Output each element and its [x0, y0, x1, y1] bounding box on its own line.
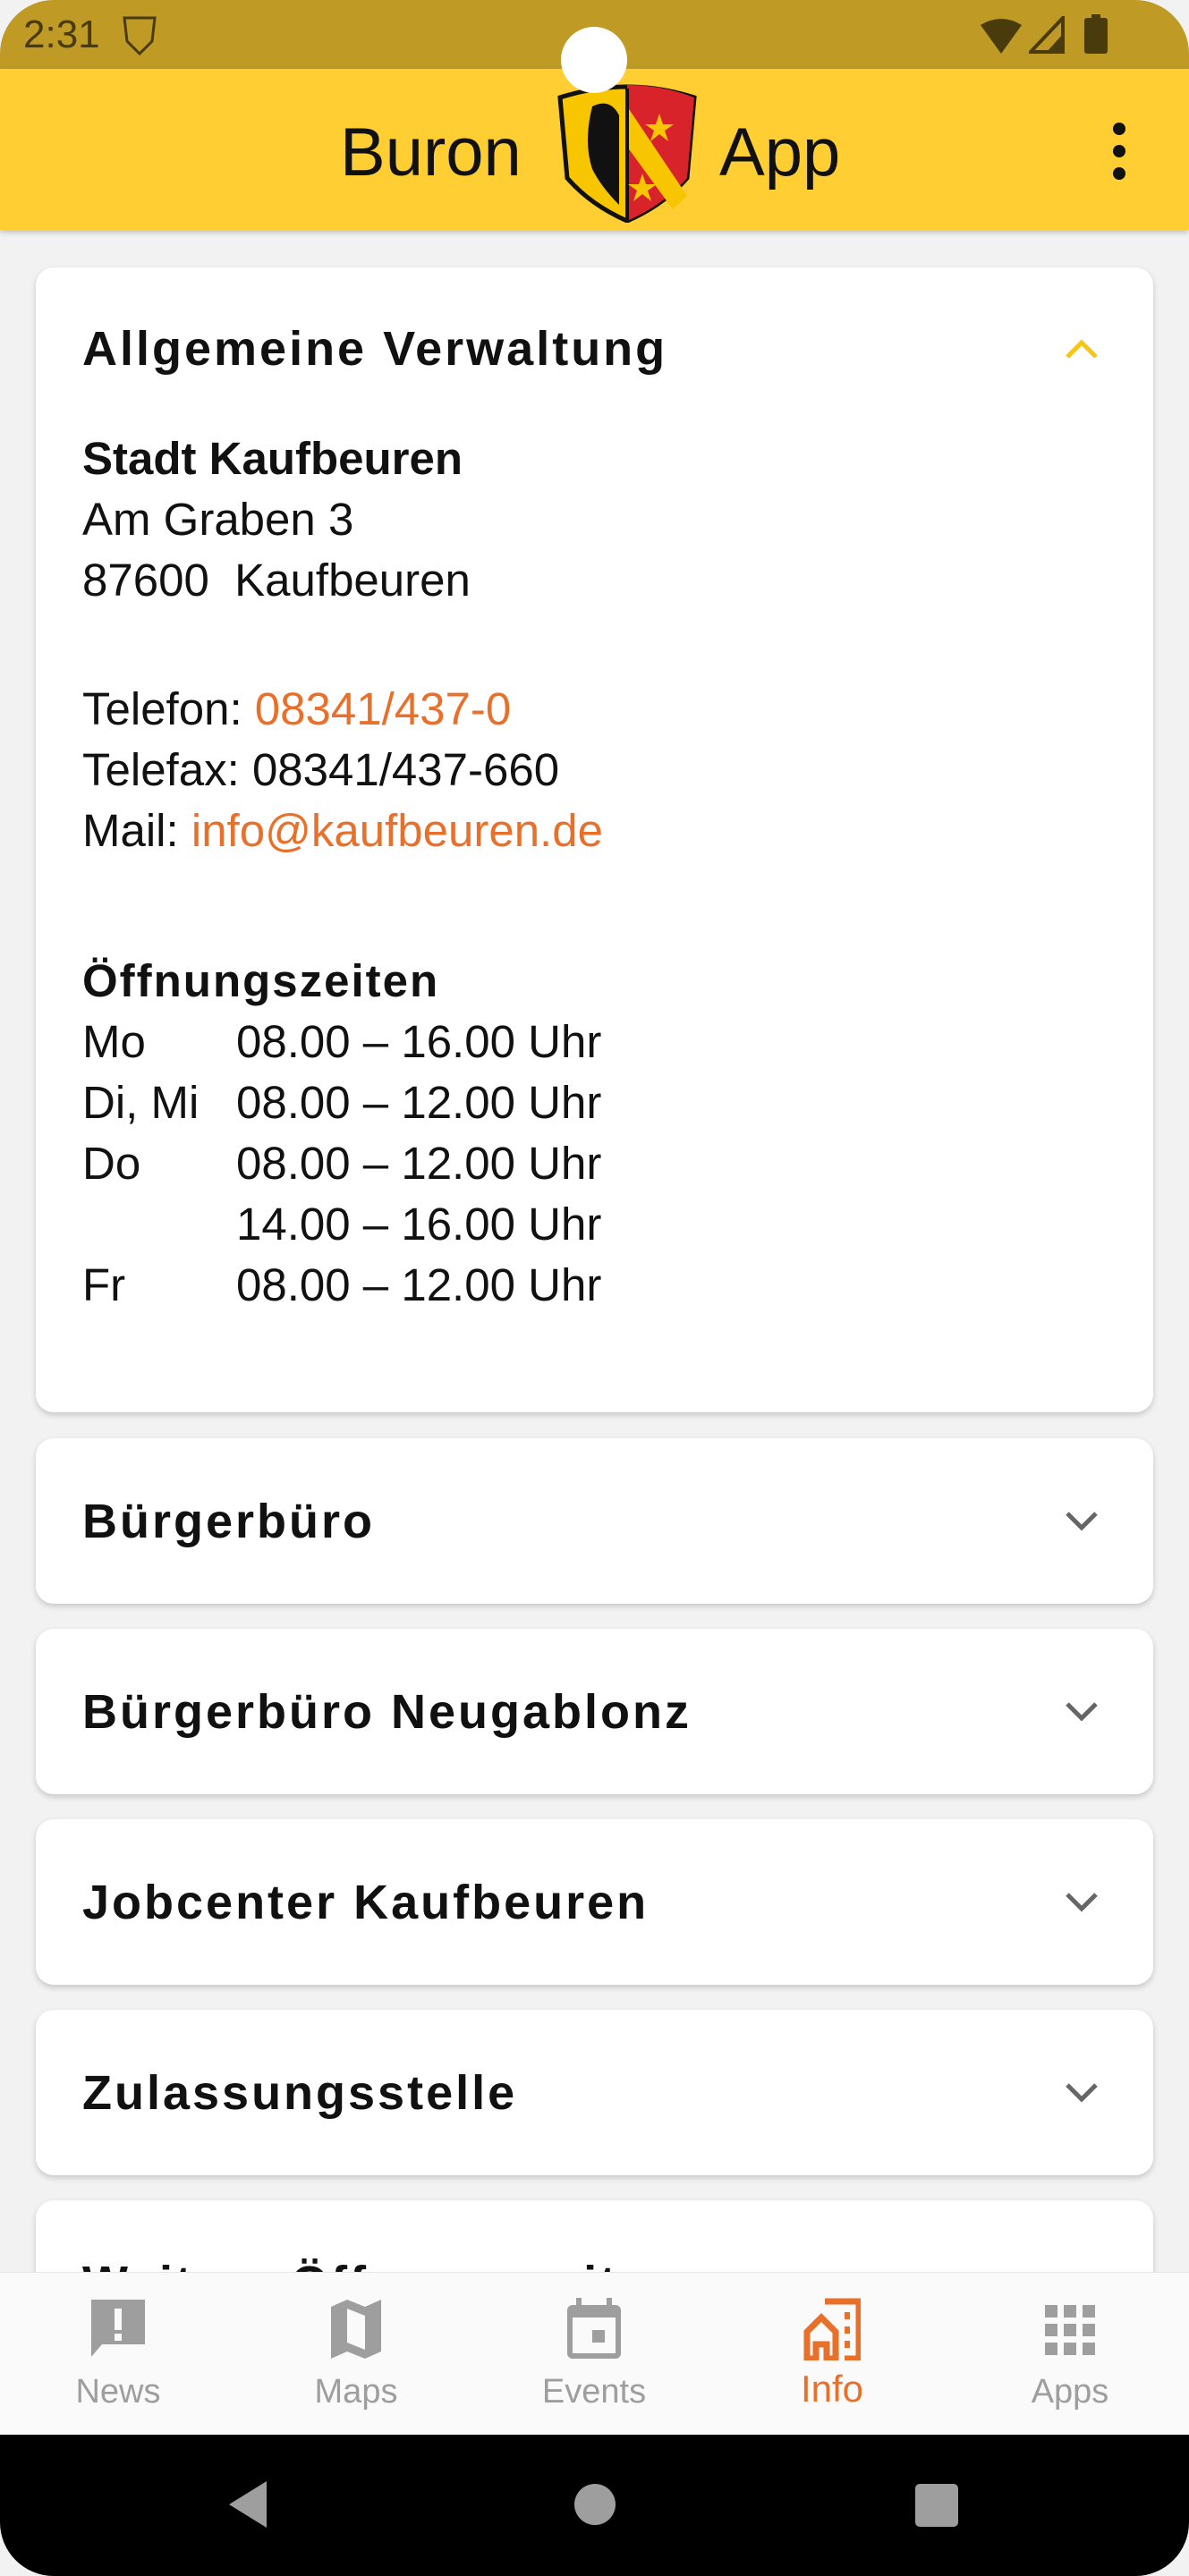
home-icon[interactable]: [573, 2483, 616, 2526]
hours-day: Do: [82, 1138, 141, 1189]
phone-link[interactable]: 08341/437-0: [255, 683, 511, 734]
announcement-icon: [91, 2300, 145, 2357]
apps-grid-icon: [1045, 2305, 1095, 2355]
hours-day: Fr: [82, 1259, 126, 1310]
app-title-left: Buron: [340, 114, 522, 191]
hours-time: 08.00 – 12.00 Uhr: [236, 1259, 602, 1310]
app-title-right: App: [719, 114, 841, 191]
battery-icon: [1084, 14, 1108, 54]
section-buergerbuero-neugablonz[interactable]: Bürgerbüro Neugablonz: [36, 1629, 1153, 1794]
more-vert-icon[interactable]: [1106, 123, 1133, 185]
calendar-icon: [567, 2298, 621, 2359]
nav-events[interactable]: Events: [505, 2273, 684, 2436]
section-title[interactable]: Allgemeine Verwaltung: [82, 321, 667, 377]
mail-link[interactable]: info@kaufbeuren.de: [191, 805, 603, 856]
section-buergerbuero[interactable]: Bürgerbüro: [36, 1438, 1153, 1604]
mail-label: Mail:: [82, 805, 179, 856]
section-title: Bürgerbüro: [82, 1495, 375, 1548]
fax-number: 08341/437-660: [251, 744, 560, 795]
nav-info[interactable]: Info: [743, 2273, 921, 2436]
recents-icon[interactable]: [914, 2483, 959, 2528]
section-title: Bürgerbüro Neugablonz: [82, 1685, 692, 1739]
app-bar: Buron App: [0, 69, 1189, 230]
hours-time: 14.00 – 16.00 Uhr: [236, 1199, 602, 1250]
chevron-down-icon[interactable]: [1064, 1884, 1100, 1919]
chevron-down-icon[interactable]: [1064, 1693, 1100, 1729]
section-title: Jobcenter Kaufbeuren: [82, 1876, 650, 1929]
section-allgemeine-verwaltung: Allgemeine Verwaltung Stadt Kaufbeuren A…: [36, 267, 1153, 1412]
nav-maps[interactable]: Maps: [267, 2273, 446, 2436]
signal-icon: [1029, 16, 1065, 54]
chevron-down-icon[interactable]: [1064, 2074, 1100, 2110]
fax-label: Telefax:: [82, 744, 240, 795]
hours-time: 08.00 – 12.00 Uhr: [236, 1077, 602, 1128]
hours-day: Mo: [82, 1016, 146, 1067]
hours-day: [82, 1194, 236, 1255]
nav-label: Events: [541, 2373, 647, 2411]
wifi-icon: [981, 19, 1022, 54]
hours-row: Do 08.00 – 12.00 Uhr: [82, 1133, 603, 1194]
coat-of-arms-logo: [557, 84, 697, 223]
nav-label: News: [75, 2373, 161, 2411]
bottom-nav: News Maps Events Info Apps: [0, 2272, 1189, 2435]
nav-label: Info: [800, 2368, 864, 2410]
nav-label: Maps: [314, 2373, 398, 2411]
chevron-up-icon[interactable]: [1064, 332, 1100, 368]
hours-row: 14.00 – 16.00 Uhr: [82, 1194, 603, 1255]
nav-apps[interactable]: Apps: [981, 2273, 1159, 2436]
city: 87600 Kaufbeuren: [82, 555, 471, 606]
phone-label: Telefon:: [82, 683, 242, 734]
nav-news[interactable]: News: [29, 2273, 208, 2436]
section-jobcenter[interactable]: Jobcenter Kaufbeuren: [36, 1819, 1153, 1985]
hours-day: Di, Mi: [82, 1077, 200, 1128]
street: Am Graben 3: [82, 494, 354, 545]
hours-time: 08.00 – 12.00 Uhr: [236, 1138, 602, 1189]
screen: 2:31 Buron App Allgemeine Verwaltung Sta…: [0, 0, 1189, 2576]
hours-title: Öffnungszeiten: [82, 955, 440, 1006]
status-time: 2:31: [23, 13, 100, 56]
hours-row: Mo 08.00 – 16.00 Uhr: [82, 1012, 603, 1072]
city-icon: [803, 2298, 861, 2360]
hours-row: Di, Mi 08.00 – 12.00 Uhr: [82, 1072, 603, 1133]
camera-cutout: [561, 27, 627, 93]
back-icon[interactable]: [225, 2479, 270, 2529]
section-title: Zulassungsstelle: [82, 2066, 518, 2120]
org-name: Stadt Kaufbeuren: [82, 433, 463, 484]
map-icon: [331, 2300, 381, 2359]
app-crest-icon: [123, 16, 157, 55]
system-nav-bar: [0, 2435, 1189, 2576]
hours-row: Fr 08.00 – 12.00 Uhr: [82, 1255, 603, 1316]
hours-time: 08.00 – 16.00 Uhr: [236, 1016, 602, 1067]
nav-label: Apps: [1031, 2373, 1109, 2411]
section-zulassungsstelle[interactable]: Zulassungsstelle: [36, 2010, 1153, 2175]
section-content: Stadt Kaufbeuren Am Graben 3 87600 Kaufb…: [82, 428, 603, 1316]
chevron-down-icon[interactable]: [1064, 1503, 1100, 1538]
